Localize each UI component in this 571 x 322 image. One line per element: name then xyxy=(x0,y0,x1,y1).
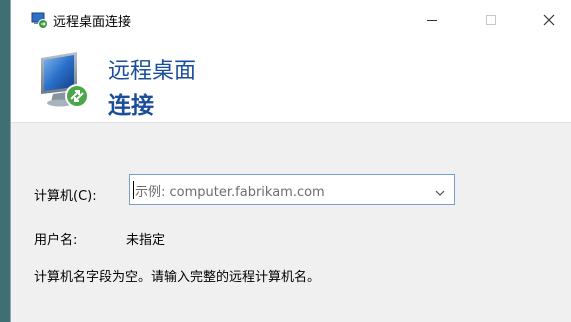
close-icon xyxy=(543,11,555,30)
status-message: 计算机名字段为空。请输入完整的远程计算机名。 xyxy=(34,270,321,285)
title-bar[interactable]: 远程桌面连接 xyxy=(11,0,571,42)
minimize-button[interactable] xyxy=(409,0,455,40)
computer-label: 计算机(C): xyxy=(34,189,97,204)
monitor-icon xyxy=(37,50,107,120)
username-label: 用户名: xyxy=(34,233,78,248)
remote-desktop-window: 远程桌面连接 远程桌面 连接 计算机(C): 示例: computer.fabr… xyxy=(10,0,571,322)
maximize-icon xyxy=(485,11,497,30)
text-cursor xyxy=(133,181,134,199)
computer-input-placeholder: 示例: computer.fabrikam.com xyxy=(135,185,325,200)
header-title-line1: 远程桌面 xyxy=(108,59,197,84)
chevron-down-icon[interactable] xyxy=(434,184,446,196)
computer-input[interactable]: 示例: computer.fabrikam.com xyxy=(129,174,455,205)
maximize-button[interactable] xyxy=(468,0,514,40)
header-banner: 远程桌面 连接 xyxy=(11,42,571,122)
remote-desktop-icon xyxy=(31,12,48,29)
close-button[interactable] xyxy=(526,0,571,40)
connection-form: 计算机(C): 示例: computer.fabrikam.com 用户名: 未… xyxy=(11,122,571,322)
window-title: 远程桌面连接 xyxy=(53,15,132,30)
header-title-line2: 连接 xyxy=(108,93,154,119)
minimize-icon xyxy=(426,11,438,30)
username-value: 未指定 xyxy=(126,233,166,248)
